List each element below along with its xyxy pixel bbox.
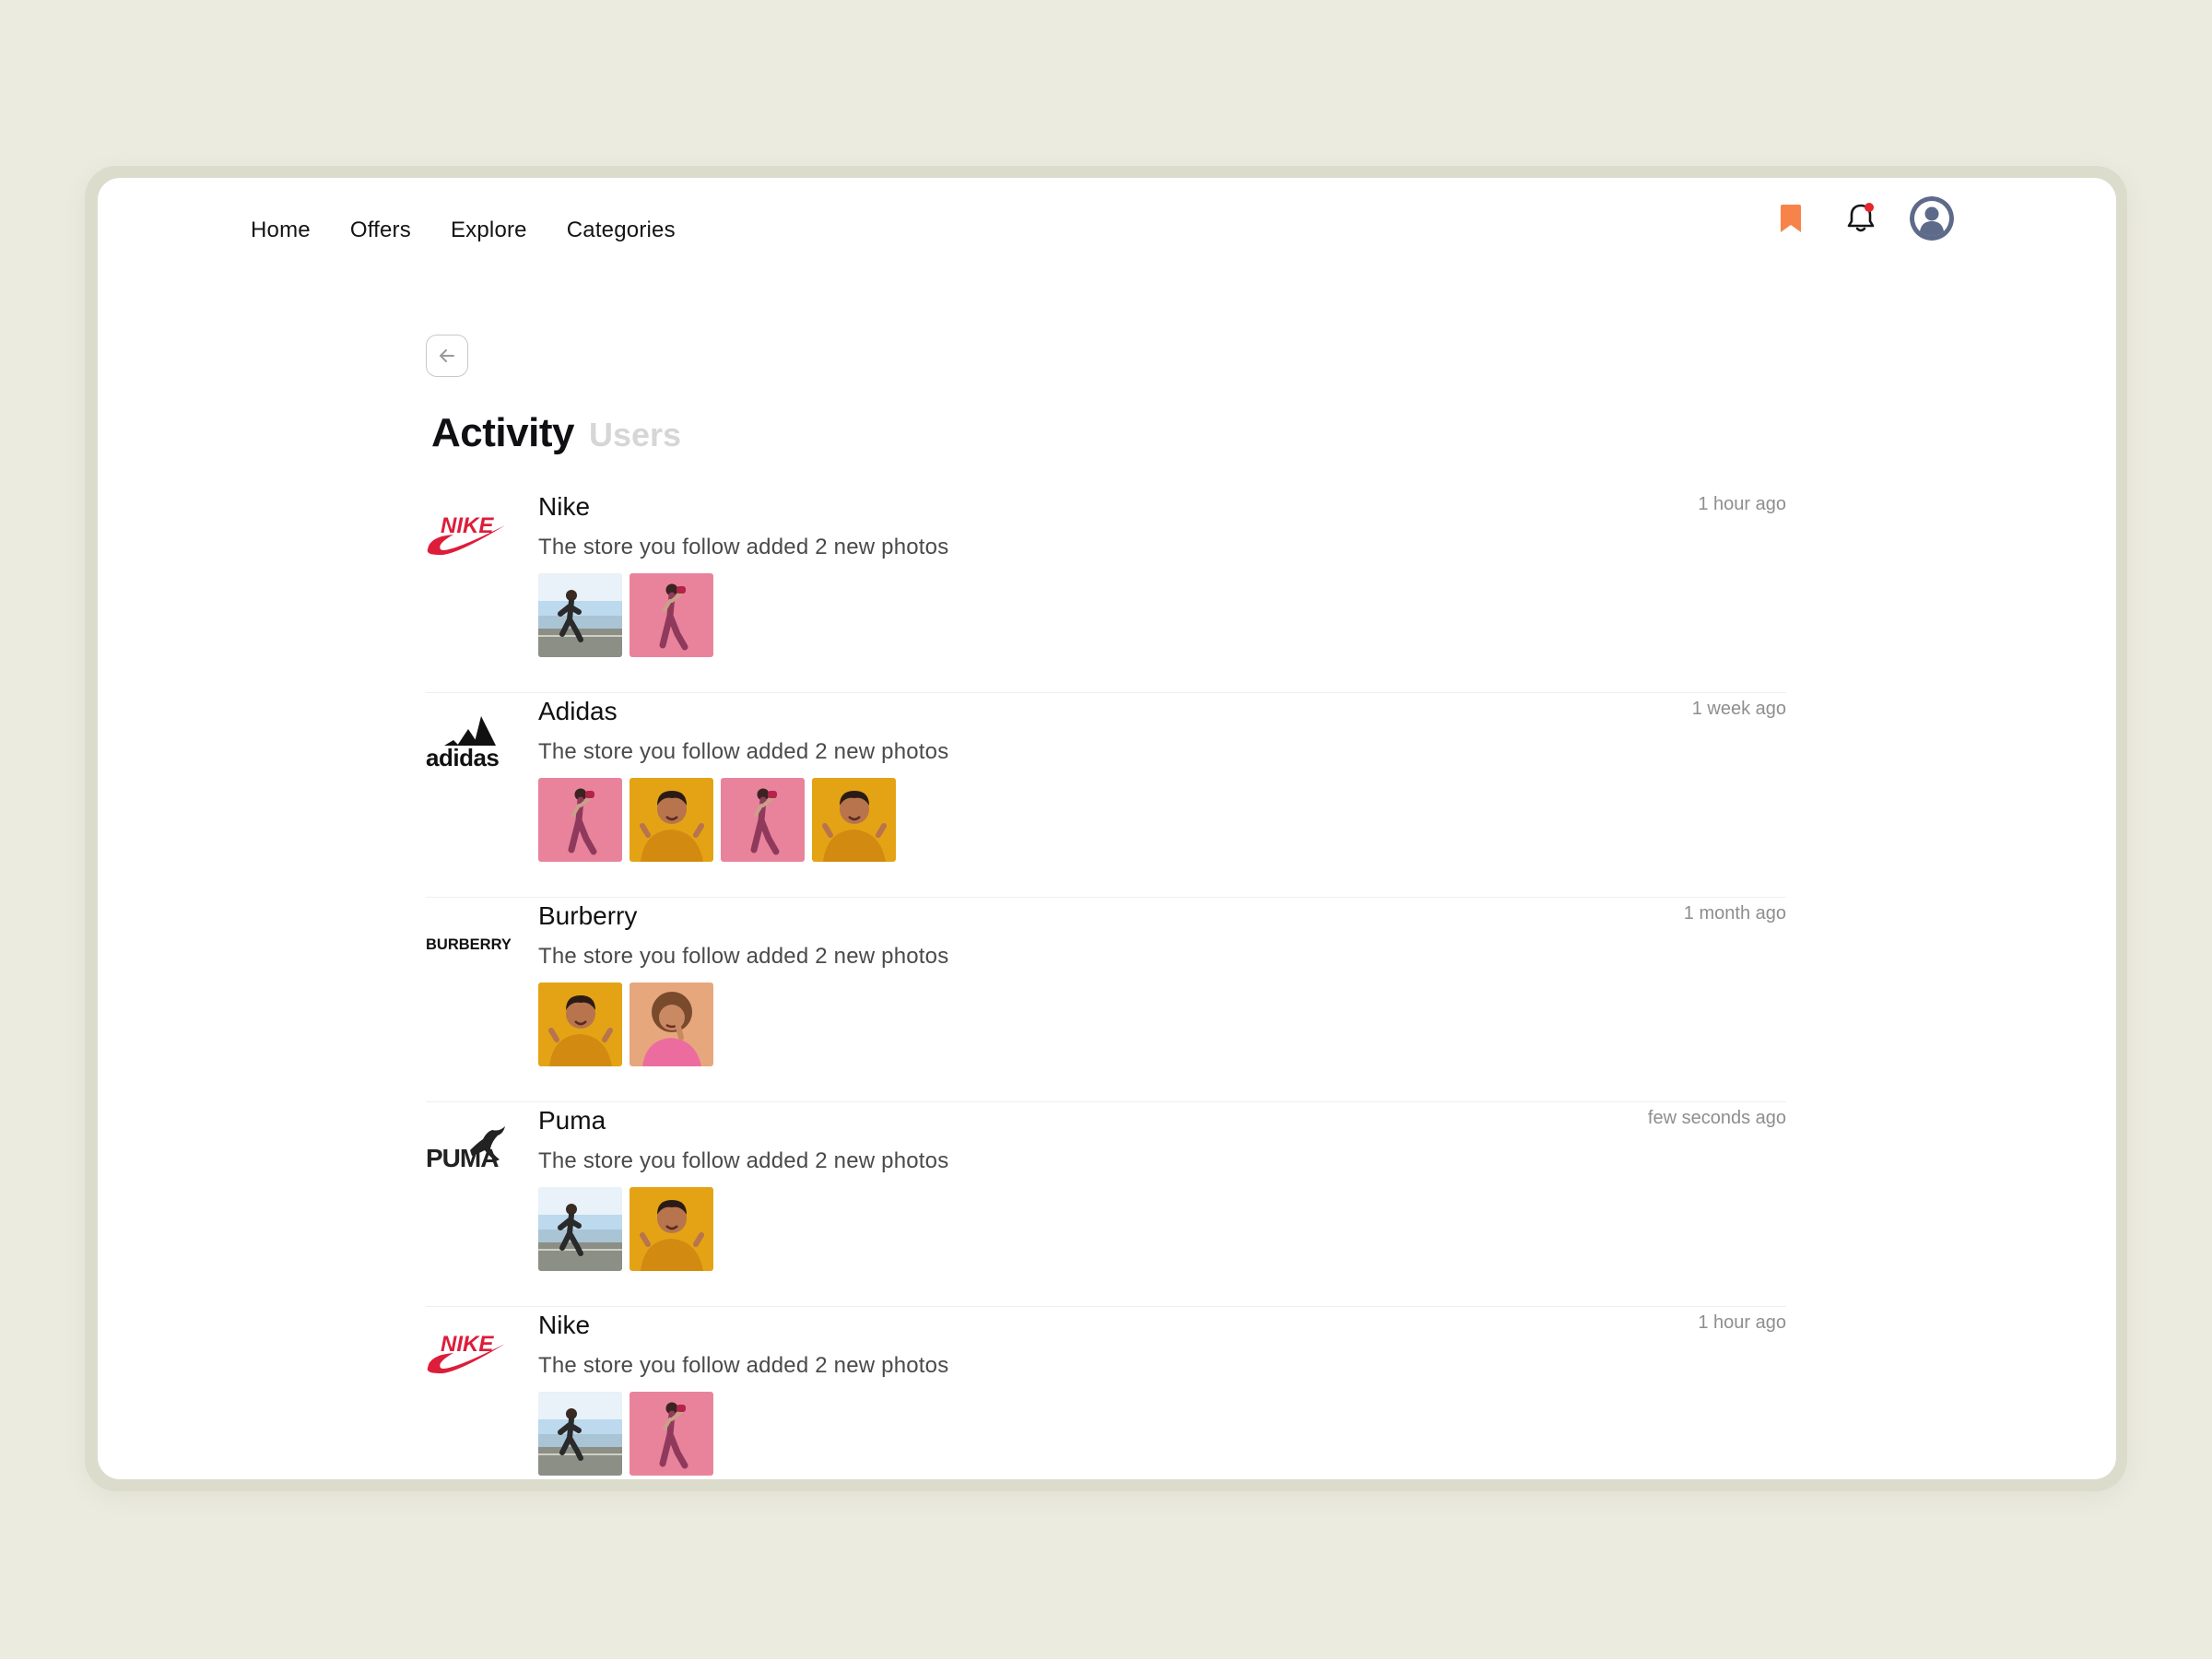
activity-time: 1 hour ago — [1698, 1312, 1786, 1333]
photo-thumbnail[interactable] — [629, 982, 713, 1066]
nav-categories[interactable]: Categories — [567, 207, 676, 253]
photo-strip — [538, 1392, 713, 1476]
header-actions — [1770, 196, 1954, 241]
activity-item-puma[interactable]: PUMA Puma The store you follow added 2 n… — [426, 1102, 1786, 1307]
bell-icon — [1847, 203, 1875, 232]
nav-explore[interactable]: Explore — [451, 207, 527, 253]
activity-feed: NIKE Nike The store you follow added 2 n… — [426, 488, 1786, 1479]
activity-item-burberry[interactable]: BURBERRY Burberry The store you follow a… — [426, 898, 1786, 1102]
arrow-left-icon — [440, 349, 454, 362]
nav-offers[interactable]: Offers — [350, 207, 411, 253]
page-title: Activity — [431, 410, 574, 455]
app-window: Home Offers Explore Categories Activity … — [98, 178, 2116, 1479]
photo-strip — [538, 1187, 713, 1271]
svg-text:NIKE: NIKE — [441, 513, 494, 538]
photo-strip — [538, 982, 713, 1066]
user-avatar[interactable] — [1910, 196, 1954, 241]
activity-item-adidas[interactable]: adidas Adidas The store you follow added… — [426, 693, 1786, 898]
activity-time: 1 month ago — [1683, 903, 1786, 924]
photo-thumbnail[interactable] — [812, 778, 896, 862]
photo-thumbnail[interactable] — [538, 778, 622, 862]
photo-thumbnail[interactable] — [721, 778, 805, 862]
activity-description: The store you follow added 2 new photos — [538, 1148, 949, 1173]
activity-item-nike[interactable]: NIKE Nike The store you follow added 2 n… — [426, 488, 1786, 693]
adidas-logo[interactable]: adidas — [426, 710, 511, 769]
puma-logo[interactable]: PUMA — [426, 1119, 511, 1178]
page-heading: Activity Users — [431, 410, 681, 456]
activity-description: The store you follow added 2 new photos — [538, 739, 949, 764]
bookmark-icon — [1781, 205, 1801, 232]
store-name[interactable]: Puma — [538, 1106, 606, 1135]
photo-thumbnail[interactable] — [538, 1187, 622, 1271]
activity-description: The store you follow added 2 new photos — [538, 535, 949, 559]
top-nav: Home Offers Explore Categories — [251, 207, 676, 253]
photo-thumbnail[interactable] — [629, 573, 713, 657]
photo-thumbnail[interactable] — [538, 1392, 622, 1476]
nav-home[interactable]: Home — [251, 207, 311, 253]
activity-description: The store you follow added 2 new photos — [538, 944, 949, 969]
nike-logo[interactable]: NIKE — [426, 1324, 511, 1382]
photo-thumbnail[interactable] — [538, 982, 622, 1066]
svg-text:adidas: adidas — [426, 744, 499, 768]
store-name[interactable]: Nike — [538, 1311, 590, 1340]
svg-text:BURBERRY: BURBERRY — [426, 936, 511, 953]
tab-users[interactable]: Users — [589, 416, 681, 454]
activity-time: 1 week ago — [1691, 699, 1786, 719]
svg-text:NIKE: NIKE — [441, 1332, 494, 1357]
nike-logo[interactable]: NIKE — [426, 505, 511, 564]
store-name[interactable]: Burberry — [538, 901, 637, 931]
activity-time: few seconds ago — [1647, 1108, 1786, 1128]
activity-description: The store you follow added 2 new photos — [538, 1353, 949, 1378]
burberry-logo[interactable]: BURBERRY — [426, 914, 511, 973]
bookmark-button[interactable] — [1770, 197, 1812, 240]
photo-thumbnail[interactable] — [629, 1187, 713, 1271]
activity-item-nike[interactable]: NIKE Nike The store you follow added 2 n… — [426, 1307, 1786, 1479]
photo-strip — [538, 573, 713, 657]
photo-thumbnail[interactable] — [538, 573, 622, 657]
notifications-button[interactable] — [1840, 197, 1882, 240]
photo-strip — [538, 778, 896, 862]
photo-thumbnail[interactable] — [629, 778, 713, 862]
store-name[interactable]: Nike — [538, 492, 590, 522]
photo-thumbnail[interactable] — [629, 1392, 713, 1476]
back-button[interactable] — [426, 335, 468, 377]
activity-time: 1 hour ago — [1698, 494, 1786, 514]
store-name[interactable]: Adidas — [538, 697, 618, 726]
